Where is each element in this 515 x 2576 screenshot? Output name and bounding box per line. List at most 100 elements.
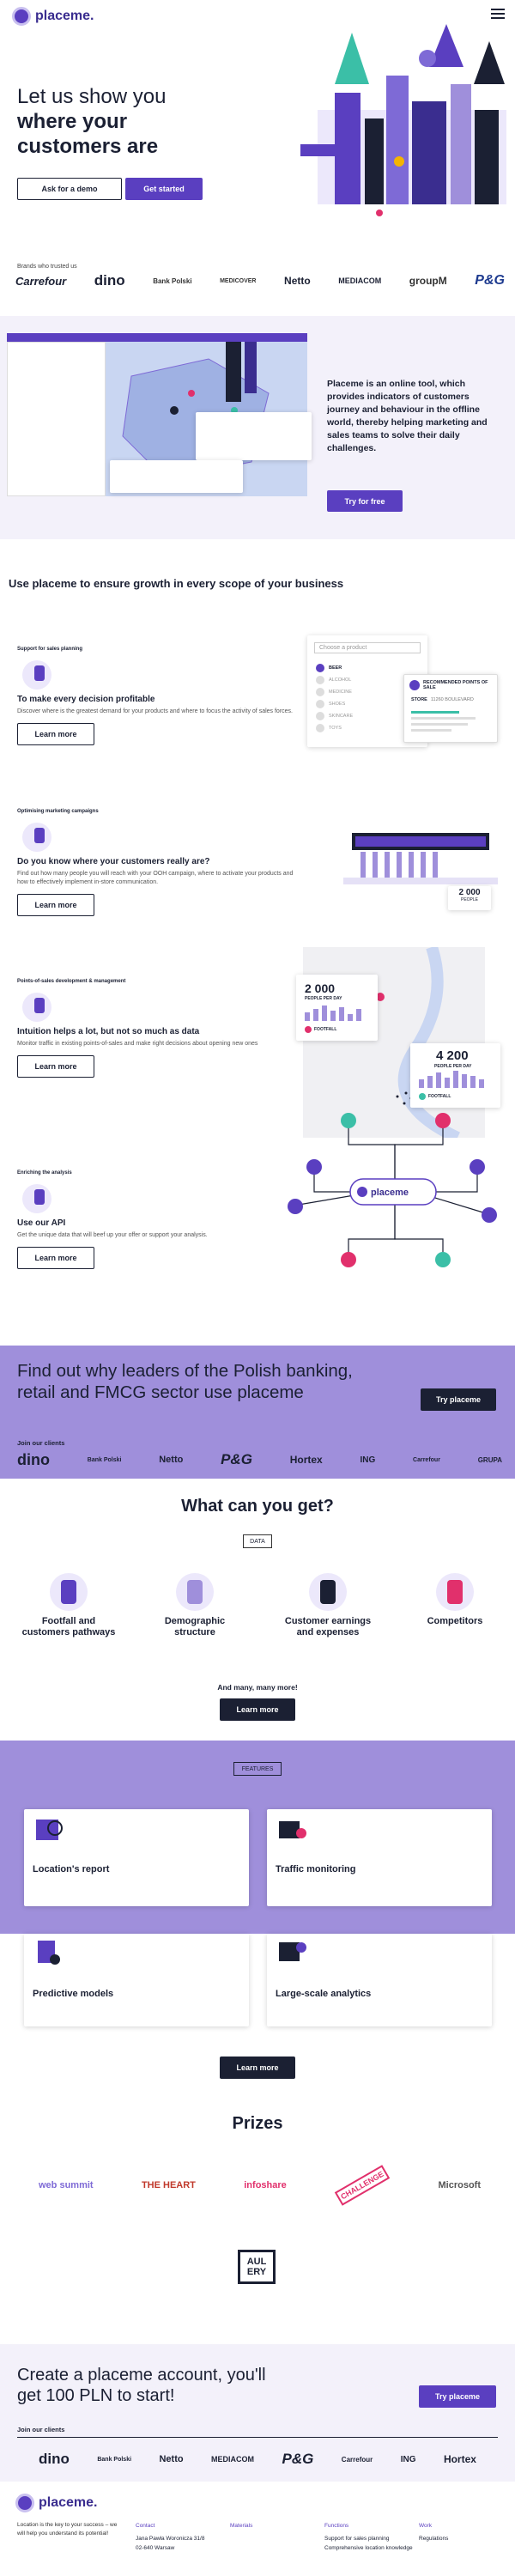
ask-demo-button[interactable]: Ask for a demo — [17, 178, 122, 200]
brand-logo-item: Carrefour — [15, 274, 67, 288]
footfall-b-icon — [419, 1093, 426, 1100]
feature-title: Location's report — [33, 1864, 110, 1874]
feature-card-predictive[interactable]: Predictive models — [24, 1934, 249, 2026]
competitors-icon — [436, 1573, 474, 1611]
hamburger-menu-icon[interactable] — [491, 9, 505, 19]
get-learn-more-button[interactable]: Learn more — [220, 1698, 295, 1721]
feature-card-large-scale[interactable]: Large-scale analytics — [267, 1934, 492, 2026]
brand-logo-item: dino — [94, 272, 125, 289]
product-option-label: TOYS — [329, 726, 342, 731]
section-learn-more-button[interactable]: Learn more — [17, 1055, 94, 1078]
section-text: Discover where is the greatest demand fo… — [17, 708, 293, 714]
get-items: Footfall and customers pathways Demograph… — [0, 1573, 515, 1668]
hero-line-1: Let us show you — [17, 85, 167, 108]
features-learn-more-button[interactable]: Learn more — [220, 2057, 295, 2079]
footer-link[interactable]: Comprehensive location knowledge — [324, 2543, 419, 2553]
brand-logo-item: P&G — [475, 273, 505, 288]
dashboard-screenshot — [7, 333, 312, 507]
api-brand: placeme — [371, 1188, 409, 1198]
brand-logo[interactable]: placeme. — [12, 7, 94, 26]
client-logo: Bank Polski — [87, 1456, 122, 1463]
product-option-label: BEER — [329, 665, 342, 671]
recommended-label: RECOMMENDED POINTS OF SALE — [423, 680, 488, 690]
section-learn-more-button[interactable]: Learn more — [17, 1247, 94, 1270]
footfall-a-unit: PEOPLE PER DAY — [305, 996, 342, 1001]
brands-label: Brands who trusted us — [17, 264, 77, 270]
brand-logo-item: Bank Polski — [153, 276, 192, 285]
data-item-label: Demographic structure — [164, 1616, 226, 1637]
data-item: Demographic structure — [148, 1573, 242, 1638]
create-title: Create a placeme account, you'll get 100… — [17, 2366, 266, 2405]
leaders-try-button[interactable]: Try placeme — [421, 1388, 496, 1411]
feature-card-location-report[interactable]: Location's report — [24, 1809, 249, 1906]
data-item-label: Competitors — [427, 1616, 483, 1626]
product-option-icon — [316, 688, 324, 696]
feature-section: Points-of-sales development & management… — [17, 979, 300, 1078]
footer-column-title: Functions — [324, 2523, 349, 2529]
section-learn-more-button[interactable]: Learn more — [17, 894, 94, 917]
client-logo: dino — [39, 2451, 70, 2467]
get-title: What can you get? — [181, 1497, 334, 1516]
prize-aulery: AUL ERY — [238, 2250, 276, 2284]
product-option-label: SHOES — [329, 702, 346, 707]
client-logo: MEDIACOM — [211, 2455, 255, 2464]
traffic-icon — [279, 1821, 306, 1838]
product-option-icon — [316, 700, 324, 708]
brand-logo-item: MEDIACOM — [338, 276, 382, 285]
client-logo: ING — [360, 1455, 376, 1465]
hero-city-illustration — [300, 24, 506, 216]
footer-link[interactable]: Support for sales planning — [324, 2534, 419, 2543]
try-free-button[interactable]: Try for free — [327, 490, 403, 512]
data-item: Competitors — [408, 1573, 502, 1627]
footer-link[interactable]: Regulations — [419, 2534, 513, 2543]
section-text: Monitor traffic in existing points-of-sa… — [17, 1041, 258, 1047]
section-illustration-icon — [22, 993, 52, 1022]
data-item-label: Footfall and customers pathways — [21, 1616, 116, 1637]
get-started-button[interactable]: Get started — [125, 178, 203, 200]
feature-card-traffic[interactable]: Traffic monitoring — [267, 1809, 492, 1906]
choose-product-field[interactable]: Choose a product — [314, 642, 421, 653]
footer-logo[interactable]: placeme. — [15, 2494, 97, 2512]
footer-column-title: Contact — [136, 2523, 155, 2529]
section-illustration-icon — [22, 823, 52, 852]
prize-logo: CHALLENGE — [334, 2165, 391, 2206]
section-learn-more-button[interactable]: Learn more — [17, 723, 94, 746]
hero-heading: Let us show you where your customers are — [17, 84, 300, 159]
footfall-a-value: 2 000 — [305, 981, 336, 995]
leaders-clients-row: dino Bank Polski Netto P&G Hortex ING Carrefou… — [17, 1451, 502, 1468]
footer-column: Contact Jana Pawła Woronicza 31/8 02-640 W… — [136, 2521, 230, 2553]
client-logo: Netto — [159, 2454, 184, 2464]
section-title: Intuition helps a lot, but not so much a… — [17, 1027, 200, 1036]
feature-section: Optimising marketing campaigns Do you kno… — [17, 809, 300, 917]
create-clients-label: Join our clients — [17, 2426, 65, 2433]
client-logo: Hortex — [443, 2453, 476, 2465]
section-tag: Points-of-sales development & management — [17, 979, 126, 984]
product-option-label: SKINCARE — [329, 714, 354, 719]
client-logo: P&G — [221, 1451, 252, 1467]
get-more-text: And many, many more! — [217, 1683, 298, 1692]
features-badge: FEATURES — [233, 1762, 282, 1776]
client-logo: dino — [17, 1450, 50, 1468]
create-try-button[interactable]: Try placeme — [419, 2385, 496, 2408]
placeme-logo-icon — [12, 7, 31, 26]
product-option[interactable]: BEER — [316, 664, 419, 672]
intro-text: Placeme is an online tool, which provide… — [327, 379, 488, 453]
client-logo: Bank Polski — [97, 2456, 132, 2463]
product-option-icon — [316, 664, 324, 672]
footer-link[interactable]: Jana Pawła Woronicza 31/8 — [136, 2534, 230, 2543]
footfall-card-b: 4 200 PEOPLE PER DAY FOOTFALL — [410, 1043, 500, 1108]
brand-logo-item: MEDICOVER — [220, 277, 257, 284]
section-illustration-icon — [22, 660, 52, 690]
growth-title: Use placeme to ensure growth in every sc… — [9, 577, 344, 590]
footer-link[interactable]: 02-640 Warsaw — [136, 2543, 230, 2553]
section-title: Use our API — [17, 1218, 66, 1228]
leaders-title: Find out why leaders of the Polish banki… — [17, 1361, 353, 1402]
client-logo: Netto — [159, 1455, 184, 1465]
footfall-icon — [50, 1573, 88, 1611]
feature-section: Support for sales planning To make every … — [17, 647, 300, 746]
footer-column: Materials — [230, 2521, 324, 2553]
section-text: Get the unique data that will beef up yo… — [17, 1232, 208, 1238]
leaders-clients-label: Join our clients — [17, 1439, 65, 1447]
footfall-b-tag: FOOTFALL — [428, 1094, 451, 1099]
footfall-card-a: 2 000 PEOPLE PER DAY FOOTFALL — [296, 975, 378, 1041]
